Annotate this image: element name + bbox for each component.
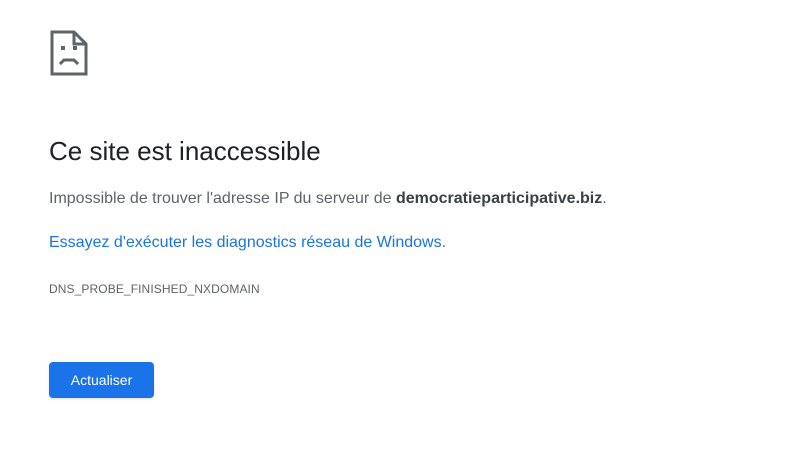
- explanation-text: Impossible de trouver l'adresse IP du se…: [49, 190, 396, 207]
- sad-page-icon: [49, 29, 89, 77]
- error-page: Ce site est inaccessible Impossible de t…: [49, 0, 769, 449]
- diagnostics-link[interactable]: Essayez d'exécuter les diagnostics résea…: [49, 232, 446, 254]
- explanation-period: .: [602, 190, 607, 207]
- diagnostics-link-period: .: [441, 234, 447, 251]
- page-title: Ce site est inaccessible: [49, 136, 321, 166]
- error-code: DNS_PROBE_FINISHED_NXDOMAIN: [49, 282, 260, 296]
- site-domain: democratieparticipative.biz: [395, 190, 603, 207]
- diagnostics-link-label: Essayez d'exécuter les diagnostics résea…: [49, 234, 442, 251]
- reload-button[interactable]: Actualiser: [49, 362, 154, 398]
- error-explanation: Impossible de trouver l'adresse IP du se…: [49, 188, 607, 210]
